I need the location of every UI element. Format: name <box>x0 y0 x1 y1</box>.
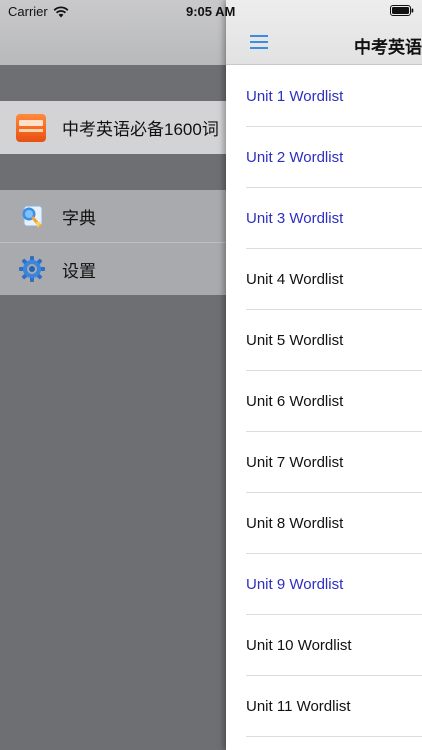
list-item[interactable]: Unit 10 Wordlist <box>246 615 422 676</box>
wordlist-label: Unit 5 Wordlist <box>246 331 344 349</box>
list-item[interactable]: Unit 7 Wordlist <box>246 432 422 493</box>
list-item[interactable]: Unit 9 Wordlist <box>246 554 422 615</box>
list-item[interactable]: Unit 6 Wordlist <box>246 371 422 432</box>
drawer-menu: 字典 设置 <box>0 190 226 295</box>
wordlist-label: Unit 6 Wordlist <box>246 392 344 410</box>
gear-icon <box>19 256 45 282</box>
app-title: 中考英语必备1600词 <box>62 120 219 139</box>
dictionary-icon <box>22 205 43 228</box>
main-panel: 中考英语 Unit 1 Wordlist Unit 2 Wordlist Uni… <box>226 0 422 750</box>
wifi-icon <box>53 5 69 17</box>
wordlist-list: Unit 1 Wordlist Unit 2 Wordlist Unit 3 W… <box>226 66 422 737</box>
side-drawer: 中考英语必备1600词 字典 设置 <box>0 0 226 750</box>
wordlist-label: Unit 1 Wordlist <box>246 87 344 105</box>
wordlist-label: Unit 3 Wordlist <box>246 209 344 227</box>
list-item[interactable]: Unit 4 Wordlist <box>246 249 422 310</box>
wordlist-label: Unit 8 Wordlist <box>246 514 344 532</box>
list-item[interactable]: Unit 3 Wordlist <box>246 188 422 249</box>
menu-label-dictionary: 字典 <box>62 208 96 228</box>
carrier-label: Carrier <box>8 4 48 19</box>
wordlist-label: Unit 7 Wordlist <box>246 453 344 471</box>
wordlist-label: Unit 10 Wordlist <box>246 636 352 654</box>
menu-label-settings: 设置 <box>62 261 96 281</box>
list-item[interactable]: Unit 1 Wordlist <box>246 66 422 127</box>
battery-icon <box>390 5 414 16</box>
menu-item-settings[interactable]: 设置 <box>0 242 226 295</box>
nav-title: 中考英语 <box>354 38 422 57</box>
list-item[interactable]: Unit 11 Wordlist <box>246 676 422 737</box>
list-item[interactable]: Unit 2 Wordlist <box>246 127 422 188</box>
status-bar: Carrier 9:05 AM <box>0 0 422 22</box>
wordlist-label: Unit 2 Wordlist <box>246 148 344 166</box>
list-item[interactable]: Unit 5 Wordlist <box>246 310 422 371</box>
hamburger-menu-icon[interactable] <box>250 35 268 49</box>
status-time: 9:05 AM <box>186 4 236 19</box>
app-logo-icon <box>16 113 46 142</box>
carrier-indicator: Carrier <box>8 4 69 19</box>
menu-item-dictionary[interactable]: 字典 <box>0 190 226 242</box>
wordlist-label: Unit 4 Wordlist <box>246 270 344 288</box>
wordlist-label: Unit 11 Wordlist <box>246 697 351 715</box>
app-screen: Carrier 9:05 AM 中考英语必备1600词 字典 设置 中考英语 U… <box>0 0 422 750</box>
wordlist-label: Unit 9 Wordlist <box>246 575 344 593</box>
drawer-app-row[interactable]: 中考英语必备1600词 <box>0 101 226 154</box>
list-item[interactable]: Unit 8 Wordlist <box>246 493 422 554</box>
